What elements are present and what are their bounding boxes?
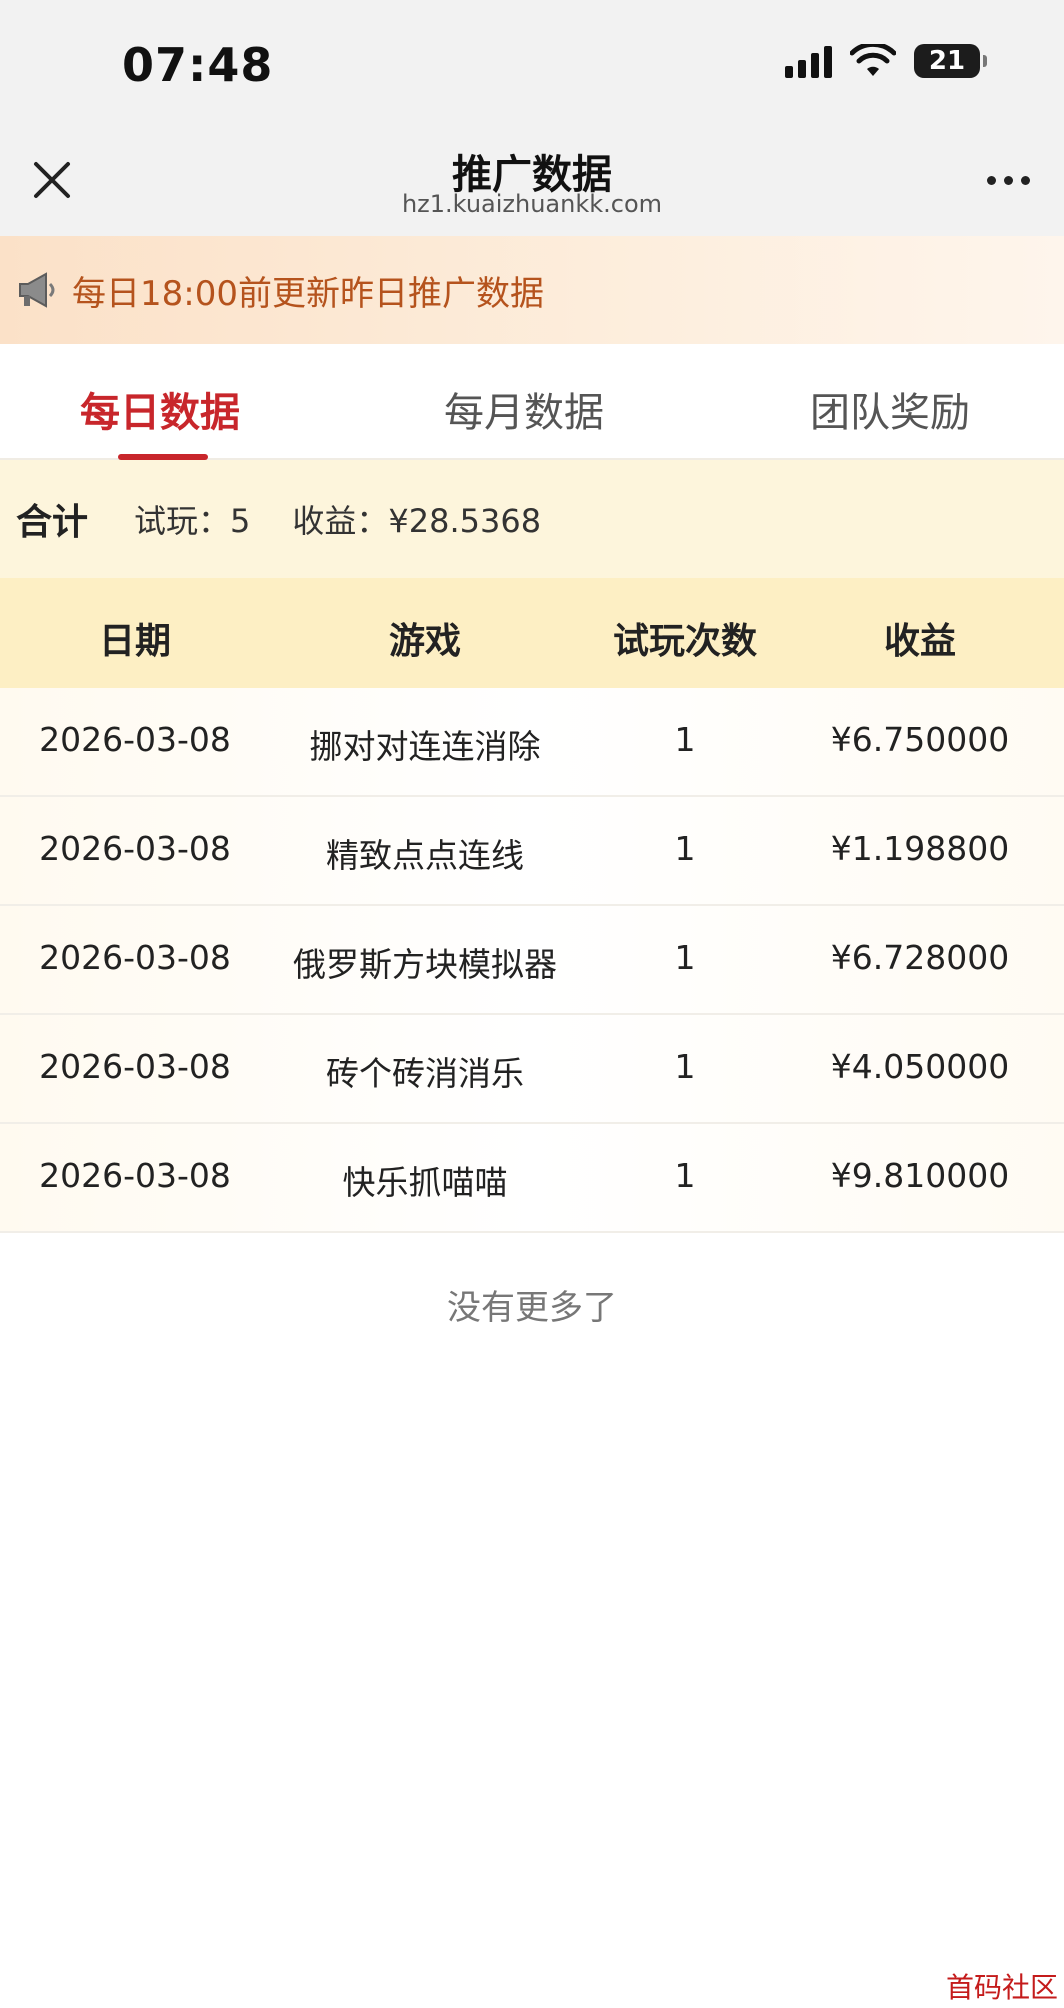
end-of-list-text: 没有更多了 <box>447 1288 617 1328</box>
column-header-trial-count: 试玩次数 <box>612 621 757 662</box>
page-url: hz1.kuaizhuankk.com <box>401 190 663 218</box>
cell-game: 精致点点连线 <box>326 836 524 875</box>
more-dot-icon <box>1021 176 1030 185</box>
summary-bar: 合计 试玩：5 收益：¥28.5368 <box>0 460 1064 578</box>
status-bar: 07:48 21 <box>0 0 1064 132</box>
table-header: 日期 游戏 试玩次数 收益 <box>0 578 1064 688</box>
tab-daily-data[interactable]: 每日数据 <box>80 380 240 438</box>
cell-game: 快乐抓喵喵 <box>342 1163 508 1202</box>
cell-income: ¥9.810000 <box>830 1156 1010 1195</box>
cell-game: 俄罗斯方块模拟器 <box>293 945 557 984</box>
summary-label: 合计 <box>16 502 89 543</box>
battery-icon: 21 <box>914 44 987 78</box>
cell-trial-count: 1 <box>674 720 696 759</box>
tab-bar: 每日数据 每月数据 团队奖励 <box>0 344 1064 460</box>
cell-game: 砖个砖消消乐 <box>326 1054 524 1093</box>
battery-level: 21 <box>928 46 966 76</box>
tab-monthly-data[interactable]: 每月数据 <box>444 380 604 438</box>
column-header-date: 日期 <box>98 621 171 662</box>
cell-date: 2026-03-08 <box>39 1156 231 1195</box>
cell-trial-count: 1 <box>674 1047 696 1086</box>
tab-team-rewards[interactable]: 团队奖励 <box>810 380 970 438</box>
table-row: 2026-03-08 挪对对连连消除 1 ¥6.750000 <box>0 688 1064 797</box>
cell-income: ¥4.050000 <box>830 1047 1010 1086</box>
more-dot-icon <box>987 176 996 185</box>
nav-bar: 推广数据 hz1.kuaizhuankk.com <box>0 132 1064 236</box>
cell-date: 2026-03-08 <box>39 1047 231 1086</box>
summary-income: 收益：¥28.5368 <box>292 502 542 540</box>
cellular-signal-icon <box>785 44 832 78</box>
more-dot-icon <box>1004 176 1013 185</box>
table-body: 2026-03-08 挪对对连连消除 1 ¥6.750000 2026-03-0… <box>0 688 1064 1233</box>
megaphone-icon <box>19 272 55 308</box>
cell-income: ¥6.728000 <box>830 938 1010 977</box>
cell-income: ¥1.198800 <box>830 829 1010 868</box>
table-row: 2026-03-08 砖个砖消消乐 1 ¥4.050000 <box>0 1015 1064 1124</box>
cell-date: 2026-03-08 <box>39 938 231 977</box>
table-row: 2026-03-08 精致点点连线 1 ¥1.198800 <box>0 797 1064 906</box>
column-header-income: 收益 <box>883 621 956 662</box>
status-icons: 21 <box>785 44 987 78</box>
summary-trials: 试玩：5 <box>134 502 251 540</box>
table-row: 2026-03-08 俄罗斯方块模拟器 1 ¥6.728000 <box>0 906 1064 1015</box>
more-button[interactable] <box>987 176 1030 185</box>
table-row: 2026-03-08 快乐抓喵喵 1 ¥9.810000 <box>0 1124 1064 1233</box>
cell-date: 2026-03-08 <box>39 720 231 759</box>
notice-text: 每日18:00前更新昨日推广数据 <box>72 273 544 314</box>
cell-income: ¥6.750000 <box>830 720 1010 759</box>
status-time: 07:48 <box>122 38 274 92</box>
cell-trial-count: 1 <box>674 938 696 977</box>
column-header-game: 游戏 <box>388 621 461 662</box>
watermark: 首码社区 <box>945 1971 1058 2004</box>
notice-banner: 每日18:00前更新昨日推广数据 <box>0 236 1064 344</box>
wifi-icon <box>850 44 896 76</box>
cell-trial-count: 1 <box>674 829 696 868</box>
cell-trial-count: 1 <box>674 1156 696 1195</box>
cell-date: 2026-03-08 <box>39 829 231 868</box>
cell-game: 挪对对连连消除 <box>309 727 541 766</box>
